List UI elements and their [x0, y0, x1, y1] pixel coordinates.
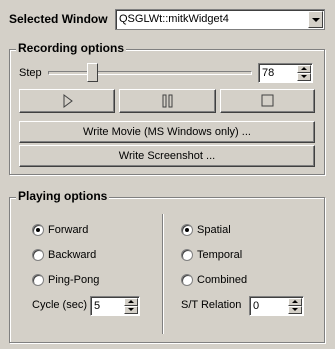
st-relation-spinbox[interactable]: 0: [249, 296, 304, 316]
radio-combined-label: Combined: [197, 274, 248, 286]
spin-up-icon[interactable]: [124, 298, 138, 306]
spin-up-icon[interactable]: [288, 298, 302, 306]
spin-down-icon[interactable]: [297, 73, 311, 81]
radio-temporal-indicator[interactable]: [181, 249, 193, 261]
radio-temporal-label: Temporal: [197, 249, 243, 261]
spin-down-icon[interactable]: [124, 306, 138, 314]
radio-forward-label: Forward: [48, 224, 89, 236]
pause-button[interactable]: [119, 89, 216, 113]
radio-ping-pong-label: Ping-Pong: [48, 274, 100, 286]
spin-down-icon[interactable]: [288, 306, 302, 314]
cycle-label: Cycle (sec): [32, 299, 88, 311]
play-button[interactable]: [19, 89, 115, 113]
step-label: Step: [19, 67, 42, 79]
step-slider-handle[interactable]: [87, 63, 98, 82]
selected-window-combobox[interactable]: QSGLWt::mitkWidget4: [115, 9, 325, 30]
radio-spatial-indicator[interactable]: [181, 224, 193, 236]
step-spinbox[interactable]: 78: [258, 63, 313, 83]
radio-backward-indicator[interactable]: [32, 249, 44, 261]
write-screenshot-button[interactable]: Write Screenshot ...: [19, 145, 315, 167]
step-slider[interactable]: [48, 71, 252, 75]
pause-icon: [162, 94, 173, 108]
st-relation-label: S/T Relation: [181, 299, 242, 311]
radio-spatial-label: Spatial: [197, 224, 231, 236]
selected-window-value: QSGLWt::mitkWidget4: [119, 13, 229, 25]
selected-window-label: Selected Window: [9, 12, 108, 26]
chevron-down-icon[interactable]: [308, 11, 323, 28]
write-movie-button[interactable]: Write Movie (MS Windows only) ...: [19, 121, 315, 143]
playing-options-title: Playing options: [16, 189, 110, 203]
play-icon: [63, 94, 73, 108]
radio-combined-indicator[interactable]: [181, 274, 193, 286]
cycle-value[interactable]: 5: [94, 300, 100, 312]
step-value[interactable]: 78: [262, 67, 274, 79]
column-separator: [162, 214, 164, 334]
stop-button[interactable]: [220, 89, 315, 113]
recording-options-title: Recording options: [16, 41, 126, 55]
radio-ping-pong-indicator[interactable]: [32, 274, 44, 286]
cycle-spinbox[interactable]: 5: [90, 296, 140, 316]
radio-backward-label: Backward: [48, 249, 97, 261]
spin-up-icon[interactable]: [297, 65, 311, 73]
st-relation-value[interactable]: 0: [253, 300, 259, 312]
stop-icon: [261, 94, 274, 107]
radio-forward-indicator[interactable]: [32, 224, 44, 236]
playing-options-group: [9, 197, 325, 343]
